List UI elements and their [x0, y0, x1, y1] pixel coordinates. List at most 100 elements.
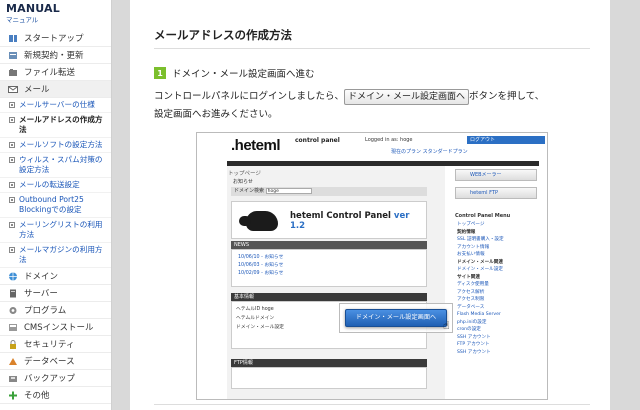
contract-icon — [8, 51, 18, 60]
sidebar-item-label: スタートアップ — [24, 34, 84, 44]
sidebar-item-file-transfer[interactable]: ファイル転送 — [0, 64, 111, 81]
mail-sub-list: メールサーバーの仕様 メールアドレスの作成方法 メールソフトの設定方法 ウィルス… — [0, 98, 111, 268]
banner-title: heteml Control Panel ver 1.2 — [290, 211, 426, 231]
news-item: 10/06/10 - お知らせ — [238, 255, 284, 260]
sidebar-item-database[interactable]: データベース — [0, 353, 111, 370]
bullet-icon — [9, 157, 15, 163]
cp-menu-item: SSH アカウント — [457, 349, 491, 355]
bullet-icon — [9, 102, 15, 108]
sidebar-item-domain[interactable]: ドメイン — [0, 268, 111, 285]
cp-menu-item: Flash Media Server — [457, 312, 501, 317]
domain-mail-settings-button[interactable]: ドメイン・メール設定画面へ — [344, 89, 470, 105]
cp-menu-item: php.iniの設定 — [457, 319, 487, 325]
bullet-icon — [9, 182, 15, 188]
sub-item-forwarding[interactable]: メールの転送設定 — [0, 178, 111, 193]
sub-item-mail-software[interactable]: メールソフトの設定方法 — [0, 138, 111, 153]
divider — [154, 404, 590, 405]
domain-search-row: ドメイン検索 hoge — [231, 187, 427, 196]
cp-menu-list: トップページ 契約情報 SSL 証明書購入・設定 アカウント情報 お支払い情報 … — [457, 221, 539, 356]
nav-list-bottom: ドメイン サーバー プログラム CMSインストール セキュリティ データベース … — [0, 268, 111, 404]
sub-item-label: メーリングリストの利用方法 — [19, 220, 103, 239]
sub-item-mail-server-spec[interactable]: メールサーバーの仕様 — [0, 98, 111, 113]
cp-menu-item: FTP アカウント — [457, 342, 490, 347]
globe-icon — [8, 272, 18, 281]
sidebar-item-contract[interactable]: 新規契約・更新 — [0, 47, 111, 64]
sub-item-label: メールアドレスの作成方法 — [19, 115, 103, 134]
ftp-info — [231, 367, 427, 389]
sidebar-item-label: メール — [24, 85, 50, 95]
screenshot-notice: お知らせ — [233, 179, 253, 185]
sub-item-op25b[interactable]: Outbound Port25 Blockingでの設定 — [0, 193, 111, 218]
server-icon — [8, 289, 18, 298]
sidebar-item-startup[interactable]: スタートアップ — [0, 30, 111, 47]
sub-item-virus-spam[interactable]: ウィルス・スパム対策の設定方法 — [0, 153, 111, 178]
news-heading: NEWS — [231, 241, 427, 249]
domain-search-label: ドメイン検索 — [234, 188, 265, 194]
cp-menu-item: ディスク使用量 — [457, 282, 489, 287]
cp-menu-section: 契約情報 — [457, 229, 476, 235]
sidebar-item-label: データベース — [24, 357, 75, 367]
cp-menu-item: アクセス制限 — [457, 297, 485, 302]
sidebar-item-cms[interactable]: CMSインストール — [0, 319, 111, 336]
bullet-icon — [9, 247, 15, 253]
cp-menu-section: サイト関連 — [457, 274, 480, 280]
screenshot-domain-mail-button: ドメイン・メール設定画面へ — [345, 309, 447, 327]
sidebar-item-other[interactable]: その他 — [0, 387, 111, 404]
lock-icon — [8, 339, 18, 349]
bullet-icon — [9, 142, 15, 148]
sidebar-item-label: プログラム — [24, 306, 67, 316]
nav-list: スタートアップ 新規契約・更新 ファイル転送 メール — [0, 30, 111, 98]
program-icon — [8, 306, 18, 315]
sub-item-mailing-list[interactable]: メーリングリストの利用方法 — [0, 218, 111, 243]
hand-cursor-icon: ☝ — [443, 319, 450, 332]
sub-item-label: ウィルス・スパム対策の設定方法 — [19, 155, 103, 174]
divider — [154, 48, 590, 49]
news-list: 10/06/10 - お知らせ 10/06/03 - お知らせ 10/02/09… — [231, 249, 427, 287]
cms-icon — [8, 323, 18, 332]
sidebar-item-label: 新規契約・更新 — [24, 51, 84, 61]
bullet-icon — [9, 197, 15, 203]
step-number: 1 — [154, 67, 166, 79]
sidebar-item-label: その他 — [24, 391, 50, 401]
cp-menu-section: ドメイン・メール関連 — [457, 259, 503, 265]
sidebar-item-label: CMSインストール — [24, 323, 94, 333]
sidebar-item-server[interactable]: サーバー — [0, 285, 111, 302]
step-text: ドメイン・メール設定画面へ進む — [172, 69, 315, 80]
cp-banner: heteml Control Panel ver 1.2 — [231, 201, 427, 239]
info-heading: 基本情報 — [231, 293, 427, 301]
sidebar-item-mail[interactable]: メール — [0, 81, 111, 98]
sidebar-item-program[interactable]: プログラム — [0, 302, 111, 319]
sidebar-item-security[interactable]: セキュリティ — [0, 336, 111, 353]
sidebar-item-label: ドメイン — [24, 272, 59, 282]
sidebar-item-label: サーバー — [24, 289, 58, 299]
cp-menu-item: トップページ — [457, 222, 485, 227]
brand: MANUAL マニュアル — [0, 0, 111, 30]
logout-link: ログアウト — [467, 136, 545, 144]
sub-item-label: Outbound Port25 Blockingでの設定 — [19, 195, 84, 214]
sub-item-label: メールマガジンの利用方法 — [19, 245, 103, 264]
cp-menu-heading: Control Panel Menu — [455, 213, 511, 219]
banner-title-text: heteml Control Panel — [290, 211, 391, 221]
web-mailer-button: WEBメーラー — [455, 169, 537, 181]
sidebar-item-label: セキュリティ — [24, 340, 75, 350]
cp-menu-item: cronの設定 — [457, 327, 481, 332]
file-icon — [8, 68, 18, 77]
sub-item-mail-magazine[interactable]: メールマガジンの利用方法 — [0, 243, 111, 268]
sub-item-label: メールの転送設定 — [19, 180, 80, 189]
ftp-heading: FTP情報 — [231, 359, 427, 367]
sidebar-item-backup[interactable]: バックアップ — [0, 370, 111, 387]
bullet-icon — [9, 222, 15, 228]
step-heading: 1 ドメイン・メール設定画面へ進む — [154, 66, 315, 80]
cp-menu-item: お支払い情報 — [457, 252, 485, 257]
cp-menu-item: データベース — [457, 304, 485, 310]
screenshot-tab: トップページ — [228, 171, 261, 177]
logo-control-panel: control panel — [295, 137, 340, 144]
sidebar-item-label: ファイル転送 — [24, 68, 76, 78]
news-item: 10/06/03 - お知らせ — [238, 263, 284, 268]
mail-icon — [8, 85, 18, 94]
plus-icon — [8, 391, 18, 400]
sidebar: MANUAL マニュアル スタートアップ 新規契約・更新 ファイル転送 メール — [0, 0, 112, 410]
sub-item-create-address[interactable]: メールアドレスの作成方法 — [0, 113, 111, 138]
cp-menu-item: アカウント情報 — [457, 244, 490, 250]
brand-subtitle: マニュアル — [6, 16, 39, 24]
